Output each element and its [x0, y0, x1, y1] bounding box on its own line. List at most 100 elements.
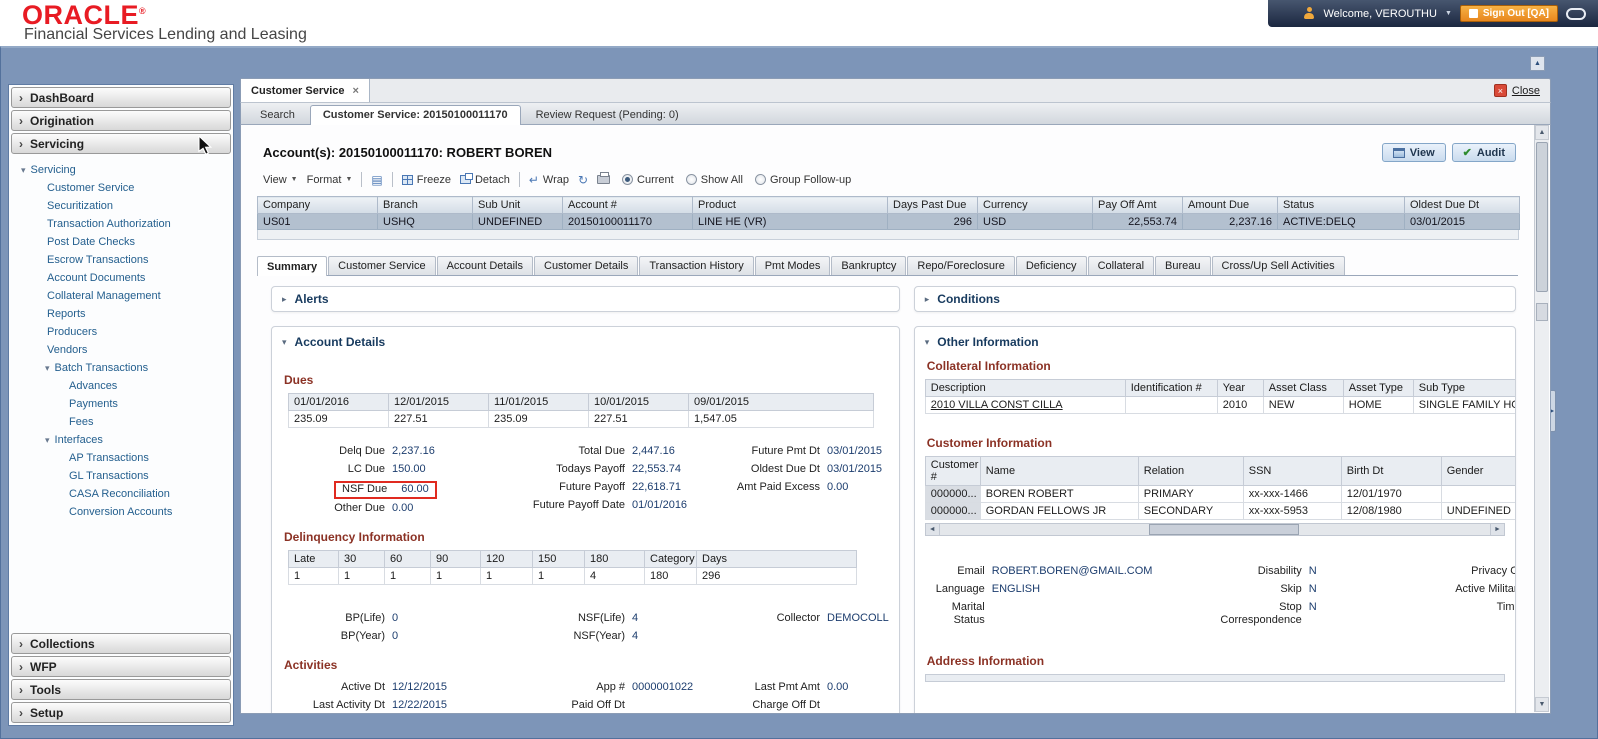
account-row[interactable]: US01 USHQ UNDEFINED 20150100011170 LINE HE … [257, 213, 1520, 230]
dues-column-header[interactable]: 12/01/2015 [388, 393, 489, 411]
refresh-icon[interactable]: ↻ [578, 174, 588, 186]
customer-column-header[interactable]: Name [979, 456, 1139, 486]
tab-sub-collateral[interactable]: Collateral [1087, 256, 1155, 275]
view-button[interactable]: View [1381, 143, 1446, 162]
format-menu-button[interactable]: Format ▼ [307, 174, 353, 186]
tab-search[interactable]: Search [247, 105, 308, 124]
delinquency-row[interactable]: 1 1 1 1 1 1 4 180 296 [288, 567, 857, 585]
tree-node-servicing[interactable]: ▾ Servicing [9, 161, 233, 179]
dues-column-header[interactable]: 10/01/2015 [588, 393, 689, 411]
radio-group-follow-up[interactable]: Group Follow-up [754, 174, 851, 186]
tree-link[interactable]: Reports [9, 305, 233, 323]
scroll-up-arrow[interactable]: ▲ [1535, 125, 1549, 140]
collateral-column-header[interactable]: Year [1216, 379, 1264, 397]
freeze-button[interactable]: Freeze [401, 174, 451, 186]
window-tab-customer-service[interactable]: Customer Service × [241, 79, 370, 102]
tab-sub-pmt-modes[interactable]: Pmt Modes [754, 256, 831, 275]
tree-link[interactable]: GL Transactions [9, 467, 233, 485]
delinquency-column-header[interactable]: 60 [384, 550, 431, 568]
wrap-button[interactable]: ↵ Wrap [529, 174, 569, 186]
customer-column-header[interactable]: SSN [1242, 456, 1342, 486]
collateral-column-header[interactable]: Identification # [1124, 379, 1218, 397]
vertical-scrollbar[interactable]: ▲ ▼ [1534, 125, 1549, 712]
dues-column-header[interactable]: 11/01/2015 [488, 393, 589, 411]
tab-review-request[interactable]: Review Request (Pending: 0) [523, 105, 692, 124]
sidebar-section-tools[interactable]: › Tools [11, 679, 231, 700]
tree-link[interactable]: AP Transactions [9, 449, 233, 467]
grid-column-header[interactable]: Branch [377, 196, 473, 214]
tree-link[interactable]: Securitization [9, 197, 233, 215]
sign-out-button[interactable]: Sign Out [QA] [1459, 5, 1558, 22]
tab-sub-deficiency[interactable]: Deficiency [1015, 256, 1087, 275]
welcome-menu[interactable]: Welcome, VEROUTHU [1323, 8, 1436, 20]
delinquency-column-header[interactable]: Late [288, 550, 339, 568]
expand-closed-icon[interactable]: ▸ [925, 294, 930, 305]
radio-current[interactable]: Current [622, 174, 674, 186]
customer-column-header[interactable]: Customer # [924, 456, 981, 486]
tab-sub-account-details[interactable]: Account Details [436, 256, 533, 275]
collateral-column-header[interactable]: Asset Class [1262, 379, 1344, 397]
scrollbar-track[interactable] [940, 524, 1490, 535]
tab-sub-customer-service[interactable]: Customer Service [328, 256, 436, 275]
expand-closed-icon[interactable]: ▸ [282, 294, 287, 305]
tab-sub-cross-up-sell[interactable]: Cross/Up Sell Activities [1211, 256, 1345, 275]
tree-link[interactable]: Payments [9, 395, 233, 413]
dues-column-header[interactable]: 09/01/2015 [688, 393, 874, 411]
expand-open-icon[interactable]: ▾ [282, 337, 287, 348]
expand-open-icon[interactable]: ▾ [925, 337, 930, 348]
tab-sub-bureau[interactable]: Bureau [1155, 256, 1211, 275]
collateral-row[interactable]: 2010 VILLA CONST CILLA 2010 NEW HOME SINGLE… [924, 396, 1515, 414]
collateral-column-header[interactable]: Description [924, 379, 1126, 397]
tab-sub-customer-details[interactable]: Customer Details [534, 256, 639, 275]
tab-sub-transaction-history[interactable]: Transaction History [639, 256, 754, 275]
delinquency-column-header[interactable]: Category [644, 550, 697, 568]
grid-column-header[interactable]: Company [257, 196, 378, 214]
sidebar-section-dashboard[interactable]: › DashBoard [11, 87, 231, 108]
grid-column-header[interactable]: Pay Off Amt [1092, 196, 1183, 214]
tab-summary[interactable]: Summary [257, 256, 328, 276]
close-button[interactable]: × Close [1484, 79, 1550, 102]
tree-link[interactable]: Conversion Accounts [9, 503, 233, 521]
expand-open-icon[interactable]: ▾ [45, 435, 50, 446]
power-icon[interactable] [1566, 7, 1586, 20]
grid-column-header[interactable]: Account # [562, 196, 693, 214]
tree-link[interactable]: Collateral Management [9, 287, 233, 305]
collateral-description-link[interactable]: 2010 VILLA CONST CILLA [924, 396, 1126, 414]
delinquency-column-header[interactable]: 90 [430, 550, 481, 568]
tree-link[interactable]: CASA Reconciliation [9, 485, 233, 503]
dues-column-header[interactable]: 01/01/2016 [288, 393, 389, 411]
tree-link[interactable]: Customer Service [9, 179, 233, 197]
scrollbar-track[interactable] [1535, 140, 1549, 697]
scroll-right-arrow[interactable]: ► [1490, 524, 1504, 535]
delinquency-column-header[interactable]: 180 [584, 550, 645, 568]
export-icon[interactable]: ▤ [371, 174, 382, 186]
tab-close-icon[interactable]: × [353, 85, 359, 97]
tab-sub-repo-foreclosure[interactable]: Repo/Foreclosure [907, 256, 1015, 275]
grid-column-header[interactable]: Oldest Due Dt [1404, 196, 1520, 214]
scroll-left-arrow[interactable]: ◄ [925, 524, 940, 535]
grid-scroll-strip[interactable] [257, 230, 1519, 240]
scrollbar-block[interactable] [1536, 303, 1548, 321]
tree-link[interactable]: Account Documents [9, 269, 233, 287]
detach-button[interactable]: Detach [459, 173, 510, 186]
tree-link[interactable]: Escrow Transactions [9, 251, 233, 269]
scroll-down-arrow[interactable]: ▼ [1535, 697, 1549, 712]
tree-link[interactable]: Fees [9, 413, 233, 431]
tab-sub-bankruptcy[interactable]: Bankruptcy [831, 256, 907, 275]
expand-open-icon[interactable]: ▾ [21, 165, 26, 176]
sidebar-section-servicing[interactable]: › Servicing [11, 133, 231, 154]
customer-column-header[interactable]: Relation [1137, 456, 1244, 486]
tree-link[interactable]: Post Date Checks [9, 233, 233, 251]
view-menu-button[interactable]: View ▼ [263, 174, 298, 186]
scrollbar-thumb[interactable] [1536, 142, 1548, 292]
collateral-column-header[interactable]: Asset Type [1342, 379, 1414, 397]
expand-open-icon[interactable]: ▾ [45, 363, 50, 374]
customer-row[interactable]: 000000... BOREN ROBERT PRIMARY xx-xxx-1466 1… [924, 485, 1515, 503]
sidebar-section-wfp[interactable]: › WFP [11, 656, 231, 677]
grid-column-header[interactable]: Days Past Due [887, 196, 978, 214]
customer-row[interactable]: 000000... GORDAN FELLOWS JR SECONDARY xx-xx… [924, 502, 1515, 520]
dues-row[interactable]: 235.09 227.51 235.09 227.51 1,547.05 [288, 410, 874, 428]
sidebar-section-setup[interactable]: › Setup [11, 702, 231, 723]
sidebar-section-collections[interactable]: › Collections [11, 633, 231, 654]
grid-column-header[interactable]: Product [692, 196, 888, 214]
